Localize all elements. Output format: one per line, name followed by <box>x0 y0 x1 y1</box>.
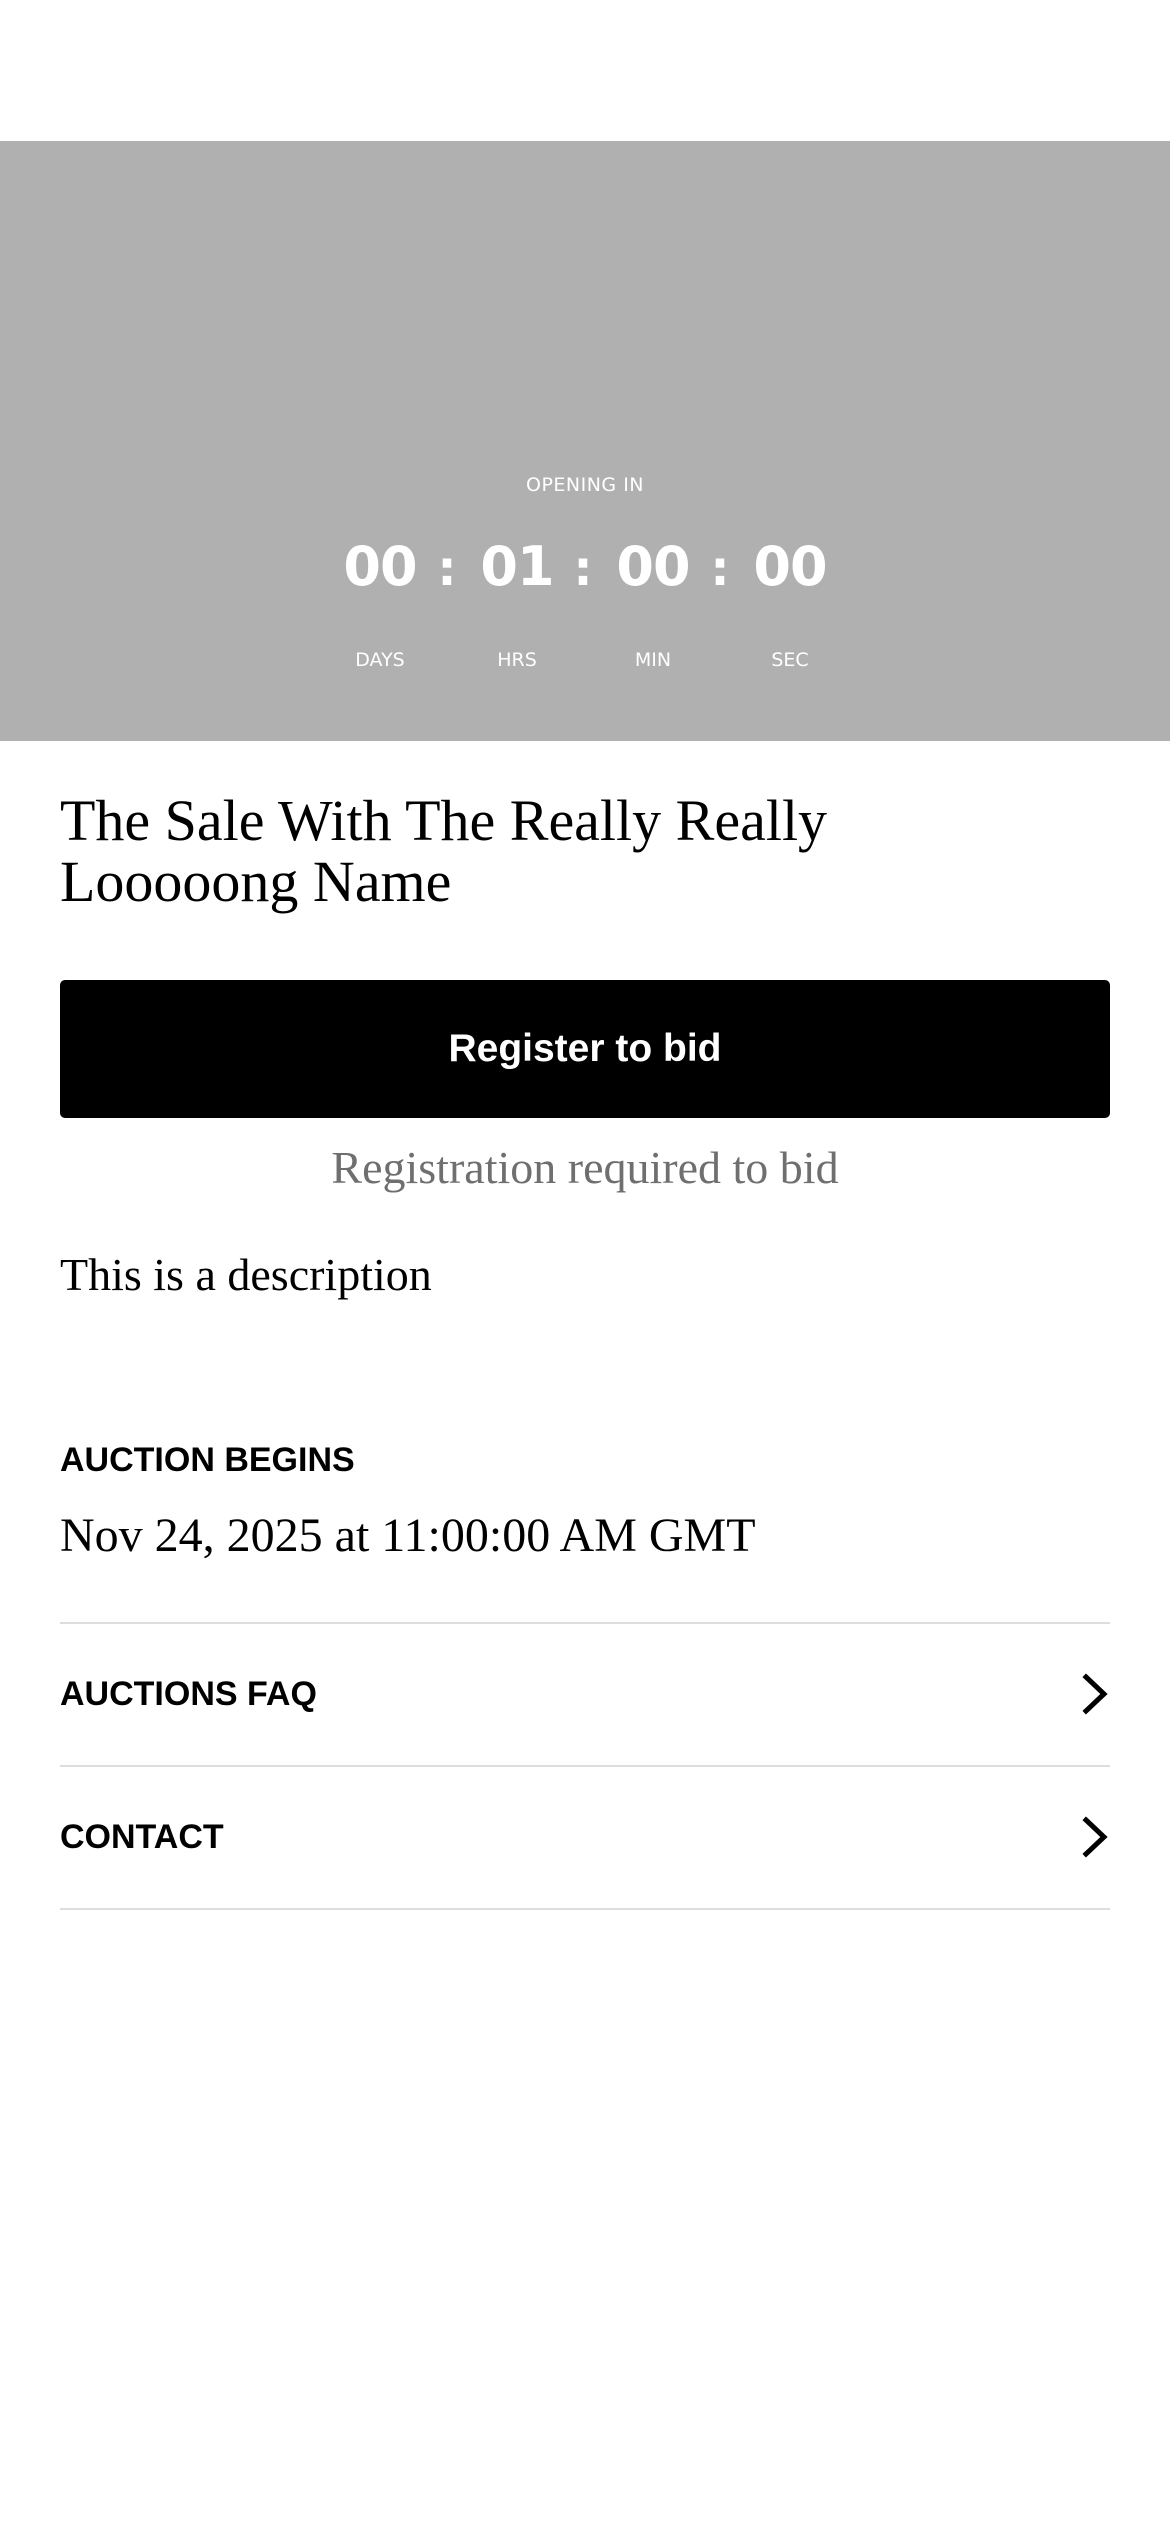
countdown-seconds: 00 SEC <box>720 527 860 671</box>
countdown-minutes-label: MIN <box>634 649 672 671</box>
sale-description: This is a description <box>60 1249 432 1300</box>
countdown-timer: 00 DAYS : 01 HRS : 00 MIN : 00 SEC <box>0 527 1170 671</box>
auctions-faq-label: AUCTIONS FAQ <box>60 1675 317 1713</box>
countdown-seconds-label: SEC <box>771 649 809 671</box>
auction-begins-date: Nov 24, 2025 at 11:00:00 AM GMT <box>60 1509 756 1562</box>
chevron-right-icon <box>1082 1816 1108 1858</box>
countdown-seconds-value: 00 <box>753 535 827 598</box>
auctions-faq-link[interactable]: AUCTIONS FAQ <box>60 1624 1110 1764</box>
auction-begins-label: AUCTION BEGINS <box>60 1441 355 1479</box>
countdown-days-label: DAYS <box>355 649 405 671</box>
chevron-right-icon <box>1082 1673 1108 1715</box>
countdown-hours-label: HRS <box>497 649 537 671</box>
registration-note: Registration required to bid <box>331 1142 839 1193</box>
auction-detail-screen: OPENING IN 00 DAYS : 01 HRS : 00 MIN : 0… <box>0 0 1170 2532</box>
opening-in-label: OPENING IN <box>525 474 645 496</box>
contact-label: CONTACT <box>60 1818 224 1856</box>
divider <box>60 1908 1110 1910</box>
contact-link[interactable]: CONTACT <box>60 1767 1110 1907</box>
sale-title: The Sale With The Really Really Looooong… <box>60 788 828 914</box>
register-to-bid-button[interactable]: Register to bid <box>60 980 1110 1118</box>
